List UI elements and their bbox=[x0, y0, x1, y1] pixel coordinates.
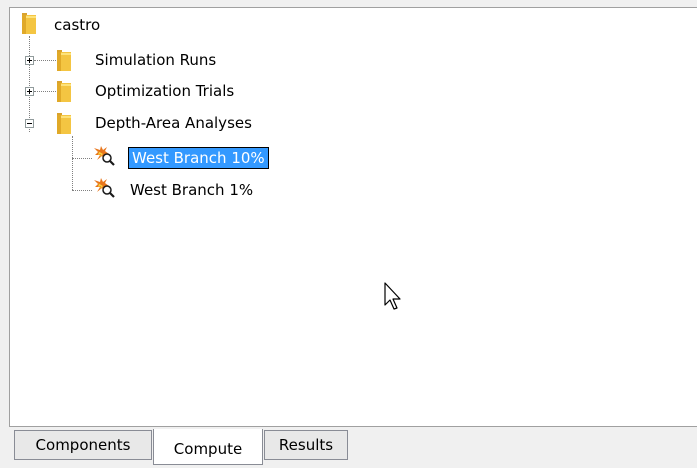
tree-item-root[interactable]: castro bbox=[52, 13, 102, 37]
folder-icon bbox=[57, 81, 71, 102]
tab-compute[interactable]: Compute bbox=[153, 429, 263, 465]
tree-item-label: castro bbox=[54, 16, 101, 34]
watershed-explorer: castro Simulation Runs Optimization Tria… bbox=[0, 0, 697, 468]
tree-item-west-branch-1[interactable]: West Branch 1% bbox=[128, 178, 255, 202]
tree-connector-line bbox=[29, 36, 30, 132]
tree-connector-line bbox=[72, 158, 92, 159]
tab-label: Components bbox=[35, 436, 131, 454]
folder-icon bbox=[57, 113, 71, 134]
tree-item-label-editor[interactable]: West Branch 10% bbox=[128, 147, 269, 169]
tree-item-label: Depth-Area Analyses bbox=[95, 114, 252, 132]
collapse-toggle-depth-area-analyses[interactable] bbox=[25, 119, 34, 128]
folder-icon bbox=[22, 13, 36, 34]
tab-results[interactable]: Results bbox=[264, 430, 348, 460]
tree-connector-line bbox=[72, 136, 73, 190]
tab-components[interactable]: Components bbox=[14, 430, 152, 460]
tree-item-label: Optimization Trials bbox=[95, 82, 235, 100]
tree-item-simulation-runs[interactable]: Simulation Runs bbox=[93, 48, 218, 72]
tree-connector-line bbox=[72, 190, 92, 191]
expand-toggle-optimization-trials[interactable] bbox=[25, 87, 34, 96]
expand-toggle-simulation-runs[interactable] bbox=[25, 56, 34, 65]
tree-connector-line bbox=[34, 60, 56, 61]
tab-label: Results bbox=[278, 436, 334, 454]
explorer-tree[interactable]: castro Simulation Runs Optimization Tria… bbox=[9, 7, 697, 427]
folder-icon bbox=[57, 50, 71, 71]
tree-item-west-branch-10[interactable]: West Branch 10% bbox=[128, 146, 269, 170]
depth-area-analysis-icon bbox=[94, 178, 115, 198]
mouse-pointer-icon bbox=[384, 282, 401, 310]
tree-item-label: West Branch 1% bbox=[130, 181, 254, 199]
tree-item-depth-area-analyses[interactable]: Depth-Area Analyses bbox=[93, 111, 254, 135]
tab-label: Compute bbox=[173, 439, 243, 458]
depth-area-analysis-icon bbox=[94, 146, 115, 166]
tree-item-optimization-trials[interactable]: Optimization Trials bbox=[93, 79, 236, 103]
tree-connector-line bbox=[34, 91, 56, 92]
tree-item-label: Simulation Runs bbox=[95, 51, 217, 69]
